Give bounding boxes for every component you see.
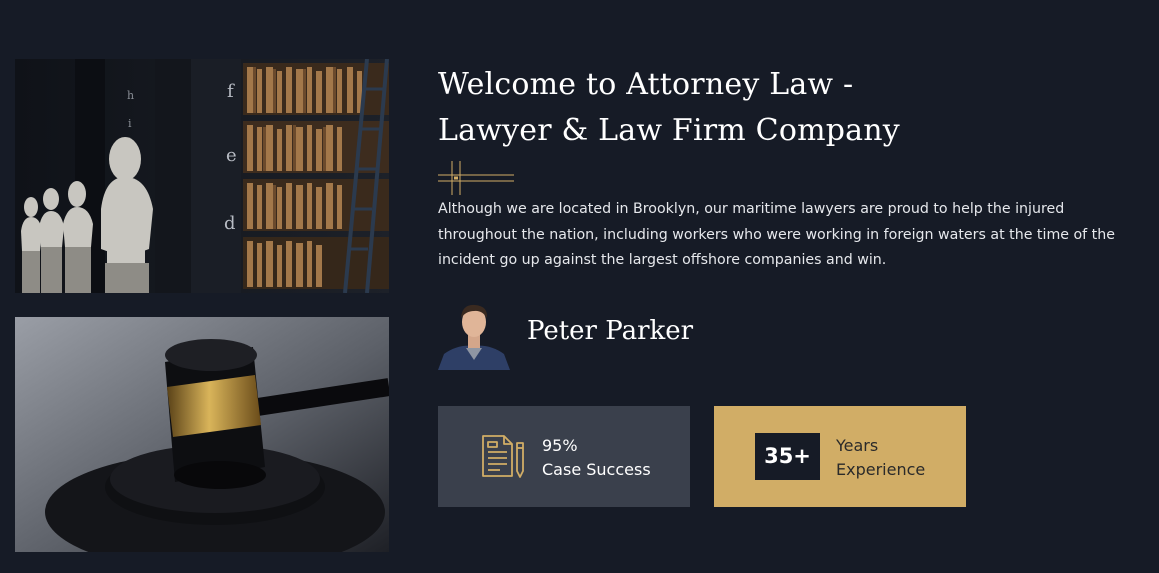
svg-text:e: e — [226, 145, 237, 166]
avatar-art — [438, 298, 510, 370]
author-name: Peter Parker — [527, 316, 694, 346]
svg-text:h: h — [127, 89, 134, 102]
title-line-1: Welcome to Attorney Law - — [438, 67, 854, 102]
library-photo: f e d h i — [15, 59, 389, 293]
svg-text:d: d — [224, 213, 236, 234]
welcome-section: Welcome to Attorney Law - Lawyer & Law F… — [438, 62, 1138, 507]
years-label: Years — [836, 436, 879, 455]
experience-label: Experience — [836, 460, 926, 479]
case-success-label: Case Success — [542, 460, 651, 479]
author-card: Peter Parker — [438, 298, 838, 370]
page-title: Welcome to Attorney Law - Lawyer & Law F… — [438, 62, 1138, 154]
case-success-value: 95% — [542, 436, 578, 455]
document-pencil-icon — [482, 435, 524, 478]
svg-text:i: i — [128, 117, 132, 130]
welcome-description: Although we are located in Brooklyn, our… — [438, 201, 1115, 268]
years-experience-card: 35+ Years Experience — [714, 406, 966, 507]
avatar — [438, 298, 510, 370]
gold-ornament-icon — [438, 161, 514, 195]
gavel-photo-art — [15, 317, 389, 552]
case-success-card: 95% Case Success — [438, 406, 690, 507]
title-line-2: Lawyer & Law Firm Company — [438, 113, 900, 148]
gavel-photo — [15, 317, 389, 552]
library-photo-art: f e d h i — [15, 59, 389, 293]
years-badge: 35+ — [755, 433, 820, 480]
